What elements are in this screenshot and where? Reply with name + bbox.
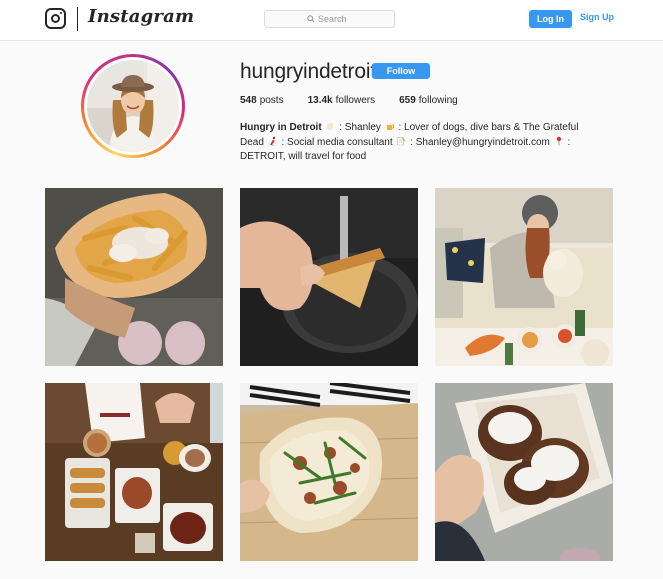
profile-stats: 548 posts 13.4k followers 659 following <box>240 95 482 106</box>
dancer-icon <box>269 136 275 145</box>
instagram-wordmark[interactable]: Instagram <box>88 6 194 27</box>
post-thumbnail-couch-with-dog[interactable] <box>435 188 613 366</box>
profile-username: hungryindetroit <box>240 60 376 83</box>
posts-count: 548 <box>240 95 257 106</box>
posts-label: posts <box>259 95 284 106</box>
top-navigation-bar: Instagram Log In Sign Up <box>0 0 663 41</box>
pin-icon <box>556 136 561 145</box>
bio-name: Hungry in Detroit <box>240 122 322 133</box>
bio-part-4: : Shanley@hungryindetroit.com <box>410 136 550 148</box>
post-thumbnail-poutine-fries[interactable] <box>45 188 223 366</box>
following-label: following <box>418 95 458 106</box>
log-in-button[interactable]: Log In <box>529 10 572 28</box>
bio-part-3: : Social media consultant <box>281 136 393 148</box>
memo-icon <box>397 136 406 145</box>
followers-stat[interactable]: 13.4k followers <box>308 95 376 106</box>
followers-label: followers <box>335 95 376 106</box>
search-icon <box>307 15 315 23</box>
beer-icon <box>386 123 394 130</box>
hand-icon <box>327 123 334 130</box>
post-thumbnail-pie-slice[interactable] <box>240 188 418 366</box>
logo-divider <box>77 7 78 31</box>
follow-button[interactable]: Follow <box>372 63 430 79</box>
post-thumbnail-pizza-flatbread[interactable] <box>240 383 418 561</box>
post-thumbnail-bar-table-spread[interactable] <box>45 383 223 561</box>
profile-avatar[interactable] <box>87 60 179 152</box>
search-input[interactable] <box>318 14 352 24</box>
followers-count: 13.4k <box>307 95 333 106</box>
profile-bio: Hungry in Detroit : Shanley : Lover of d… <box>240 121 605 165</box>
search-box[interactable] <box>264 10 395 28</box>
post-thumbnail-sugar-donuts[interactable] <box>435 383 613 561</box>
posts-stat: 548 posts <box>240 95 284 106</box>
profile-avatar-ring <box>81 54 185 158</box>
following-count: 659 <box>399 95 416 106</box>
bio-part-1: : Shanley <box>339 122 381 133</box>
sign-up-link[interactable]: Sign Up <box>580 12 614 22</box>
following-stat[interactable]: 659 following <box>399 95 458 106</box>
instagram-camera-icon[interactable] <box>45 8 66 29</box>
